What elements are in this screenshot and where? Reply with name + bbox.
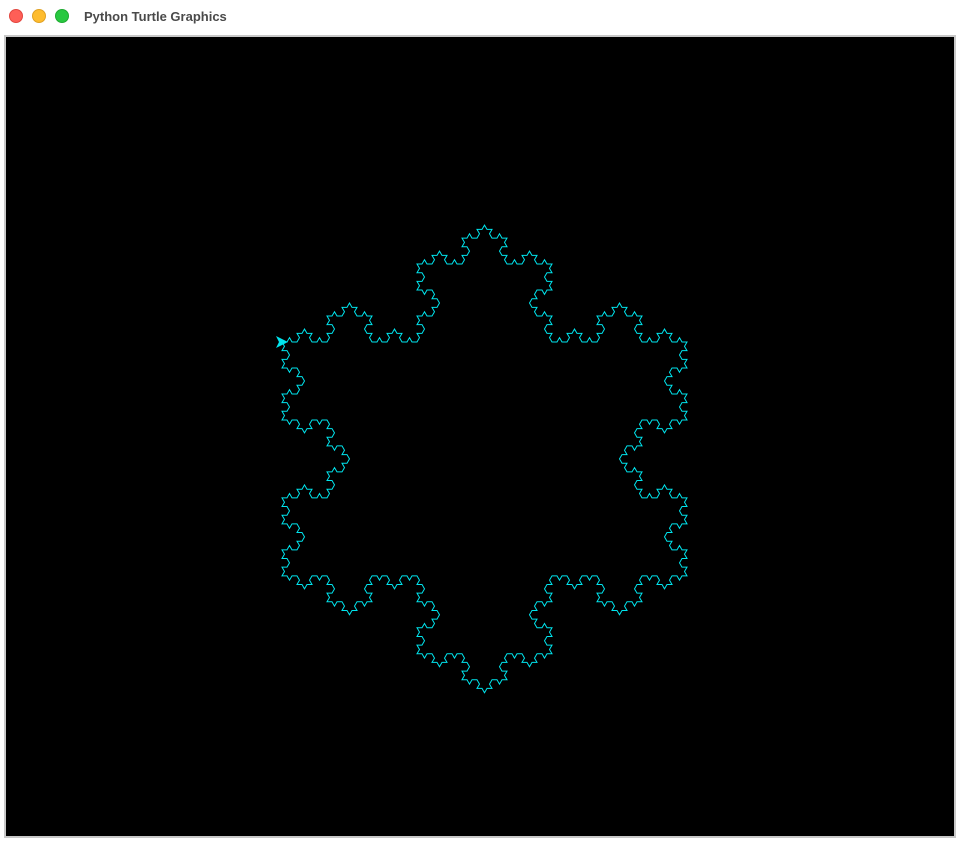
turtle-canvas[interactable] [6,37,954,836]
koch-snowflake-path [281,224,688,694]
turtle-canvas-frame [4,35,956,838]
turtle-cursor-icon [276,336,288,348]
maximize-button[interactable] [55,9,69,23]
title-bar[interactable]: Python Turtle Graphics [0,0,960,33]
minimize-button[interactable] [32,9,46,23]
turtle-window: Python Turtle Graphics [0,0,960,842]
window-title: Python Turtle Graphics [84,9,227,24]
close-button[interactable] [9,9,23,23]
